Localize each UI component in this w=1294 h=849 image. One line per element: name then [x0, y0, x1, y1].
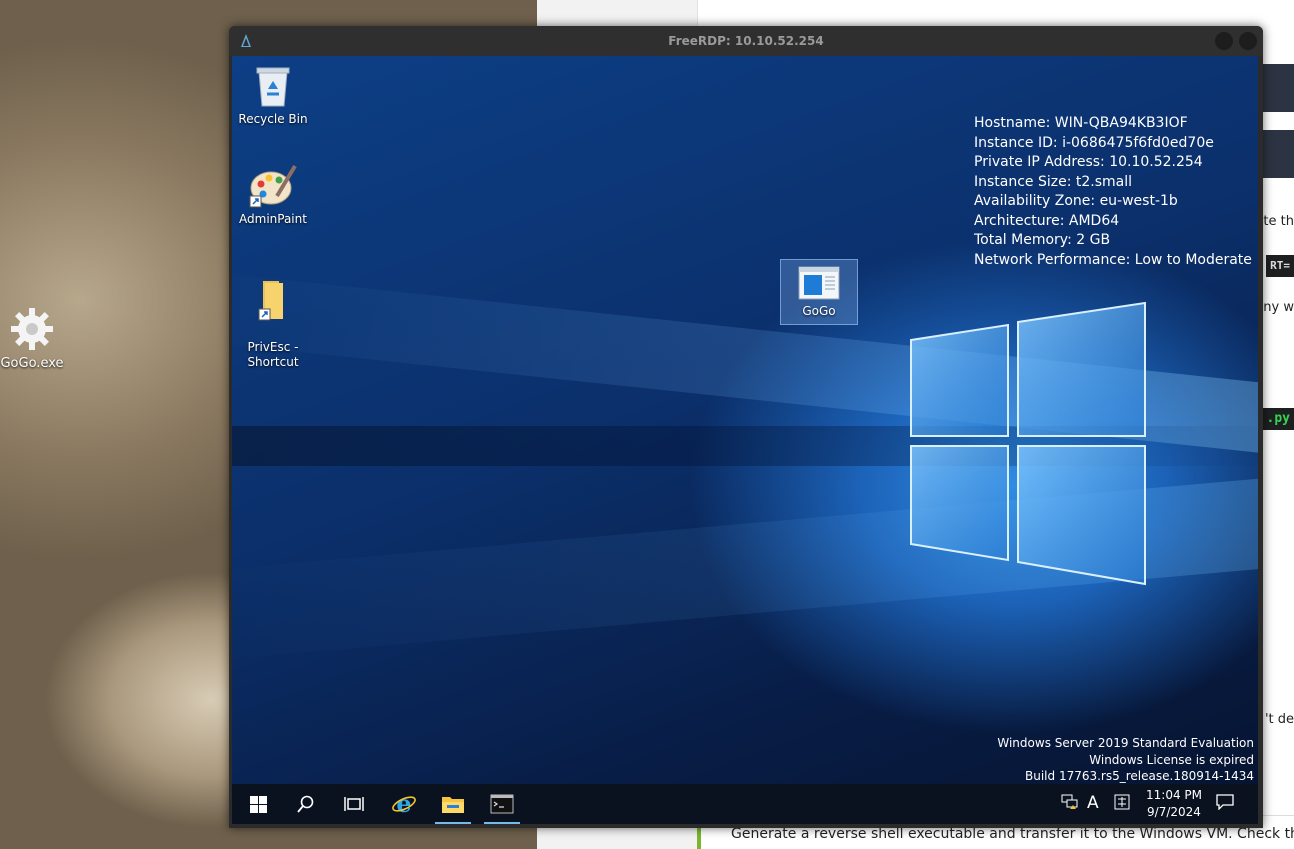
minimize-button[interactable]: [1215, 32, 1233, 50]
file-explorer-icon: [442, 797, 464, 813]
desktop-icon-gogo[interactable]: GoGo: [780, 259, 858, 325]
clock-date: 9/7/2024: [1147, 805, 1201, 819]
desktop-icon-privesc-shortcut[interactable]: PrivEsc - Shortcut: [235, 262, 311, 370]
input-method-icon[interactable]: [1114, 794, 1130, 814]
notification-icon: [1216, 794, 1234, 811]
windows-start-icon: [249, 795, 267, 813]
bginfo-line: Availability Zone: eu-west-1b: [974, 193, 1178, 209]
task-view-icon: [344, 797, 364, 811]
window-title: FreeRDP: 10.10.52.254: [668, 34, 824, 48]
paint-palette-icon: [249, 164, 297, 208]
file-explorer-button[interactable]: [429, 784, 477, 824]
desktop-icon-label: GoGo: [802, 304, 836, 318]
remote-desktop[interactable]: Hostname: WIN-QBA94KB3IOF Instance ID: i…: [232, 56, 1258, 824]
bginfo-line: Total Memory: 2 GB: [974, 232, 1111, 248]
start-button[interactable]: [234, 784, 282, 824]
bginfo-line: Hostname: WIN-QBA94KB3IOF: [974, 115, 1188, 131]
bginfo-line: Instance Size: t2.small: [974, 173, 1133, 190]
search-icon: [297, 795, 314, 813]
host-desktop-icon-gogo[interactable]: GoGo.exe: [0, 306, 64, 371]
taskbar-clock[interactable]: 11:04 PM 9/7/2024: [1146, 787, 1202, 821]
host-desktop-icon-label: GoGo.exe: [0, 356, 64, 371]
close-button[interactable]: [1239, 32, 1257, 50]
desktop-icon-label: PrivEsc - Shortcut: [247, 340, 299, 369]
task-view-button[interactable]: [330, 784, 378, 824]
application-window-icon: [798, 266, 840, 300]
network-icon[interactable]: [1061, 794, 1079, 814]
desktop-icon-adminpaint[interactable]: AdminPaint: [235, 162, 311, 227]
svg-text:e: e: [396, 791, 411, 817]
command-prompt-icon: [490, 794, 514, 814]
gear-icon: [11, 308, 53, 350]
freerdp-logo-icon: [241, 34, 251, 47]
page-code-fragment: RT=: [1266, 255, 1294, 277]
page-code-fragment: .py: [1262, 408, 1294, 430]
ime-indicator[interactable]: A: [1087, 793, 1099, 813]
task-description: Generate a reverse shell executable and …: [731, 826, 1294, 842]
window-titlebar[interactable]: FreeRDP: 10.10.52.254: [229, 26, 1263, 56]
watermark-line: Windows Server 2019 Standard Evaluation: [997, 736, 1254, 750]
clock-time: 11:04 PM: [1146, 788, 1202, 802]
internet-explorer-icon: e: [392, 791, 416, 817]
desktop-icon-label: Recycle Bin: [238, 112, 308, 126]
command-prompt-button[interactable]: [478, 784, 526, 824]
desktop-icon-label: AdminPaint: [239, 212, 307, 226]
action-center-button[interactable]: [1216, 794, 1234, 814]
recycle-bin-icon: [256, 67, 290, 107]
bginfo-line: Instance ID: i-0686475f6fd0ed70e: [974, 134, 1214, 151]
taskbar: e A 11:04 PM 9/7/2024: [232, 784, 1258, 824]
desktop-icon-recycle-bin[interactable]: Recycle Bin: [235, 64, 311, 127]
windows-watermark: Windows Server 2019 Standard Evaluation …: [997, 735, 1254, 785]
bginfo-line: Network Performance: Low to Moderate: [974, 251, 1252, 268]
internet-explorer-button[interactable]: e: [380, 784, 428, 824]
search-button[interactable]: [282, 784, 330, 824]
watermark-line: Windows License is expired: [1089, 752, 1254, 767]
page-text-fragment: 't de: [1264, 712, 1294, 727]
bginfo-panel: Hostname: WIN-QBA94KB3IOF Instance ID: i…: [974, 114, 1252, 270]
bginfo-line: Private IP Address: 10.10.52.254: [974, 154, 1203, 170]
page-text-fragment: te th: [1263, 214, 1294, 229]
freerdp-window[interactable]: FreeRDP: 10.10.52.254 Hostname: WIN-QBA9…: [229, 26, 1263, 828]
folder-shortcut-icon: [258, 281, 283, 321]
watermark-line: Build 17763.rs5_release.180914-1434: [1025, 769, 1254, 783]
bginfo-line: Architecture: AMD64: [974, 212, 1120, 229]
